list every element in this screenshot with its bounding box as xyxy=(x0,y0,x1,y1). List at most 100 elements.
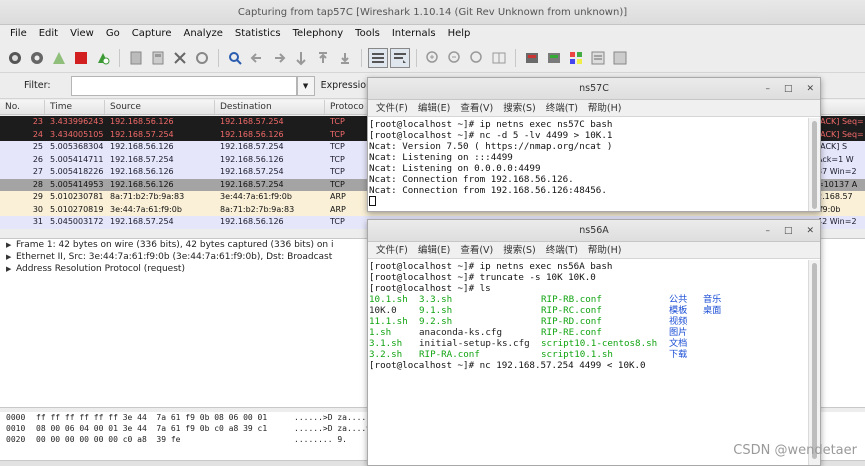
menu-analyze[interactable]: Analyze xyxy=(177,25,228,43)
terminal-title: ns56A xyxy=(579,225,609,236)
display-filters-icon[interactable] xyxy=(544,48,564,68)
expand-arrow-icon[interactable]: ▶ xyxy=(6,251,16,263)
menu-terminal[interactable]: 终端(T) xyxy=(541,242,583,259)
restart-capture-icon[interactable] xyxy=(93,48,113,68)
zoom-out-icon[interactable] xyxy=(445,48,465,68)
terminal-scrollbar[interactable] xyxy=(808,118,820,211)
menu-file[interactable]: 文件(F) xyxy=(371,100,413,117)
ls-entry: 视频 xyxy=(669,316,688,327)
close-icon[interactable]: ✕ xyxy=(806,220,814,242)
resize-columns-icon[interactable] xyxy=(489,48,509,68)
interfaces-icon[interactable] xyxy=(5,48,25,68)
zoom-in-icon[interactable] xyxy=(423,48,443,68)
menu-terminal[interactable]: 终端(T) xyxy=(541,100,583,117)
menu-view[interactable]: 查看(V) xyxy=(455,242,498,259)
packet-source: 192.168.57.254 xyxy=(110,129,174,139)
bytes-ascii[interactable]: ......>D za....9 xyxy=(294,424,371,433)
menu-tools[interactable]: Tools xyxy=(349,25,386,43)
chevron-down-icon: ▼ xyxy=(302,81,309,90)
packet-source: 192.168.56.126 xyxy=(110,117,174,126)
bytes-ascii[interactable]: ........ 9. xyxy=(294,435,347,444)
scrollbar-thumb[interactable] xyxy=(812,263,817,459)
close-file-icon[interactable] xyxy=(170,48,190,68)
menu-help[interactable]: Help xyxy=(442,25,477,43)
save-file-icon[interactable] xyxy=(148,48,168,68)
menu-edit[interactable]: 编辑(E) xyxy=(413,242,455,259)
menu-search[interactable]: 搜索(S) xyxy=(498,100,540,117)
watermark: CSDN @wendetaer xyxy=(733,443,857,458)
column-destination[interactable]: Destination xyxy=(215,100,325,114)
capture-filters-icon[interactable] xyxy=(522,48,542,68)
expand-arrow-icon[interactable]: ▶ xyxy=(6,263,16,275)
menu-view[interactable]: 查看(V) xyxy=(455,100,498,117)
colorize-icon[interactable] xyxy=(368,47,388,68)
menu-search[interactable]: 搜索(S) xyxy=(498,242,540,259)
ls-entry: 音乐 xyxy=(703,294,722,305)
packet-protocol: TCP xyxy=(330,154,345,164)
display-filter-input[interactable] xyxy=(70,75,297,96)
menu-go[interactable]: Go xyxy=(100,25,126,43)
normal-size-icon[interactable] xyxy=(467,48,487,68)
preferences-icon[interactable] xyxy=(588,48,608,68)
coloring-rules-icon[interactable] xyxy=(566,48,586,68)
terminal-line: Ncat: Listening on 0.0.0.0:4499 xyxy=(369,163,541,174)
maximize-icon[interactable]: □ xyxy=(784,220,793,242)
menu-file[interactable]: 文件(F) xyxy=(371,242,413,259)
terminal-line: Ncat: Listening on :::4499 xyxy=(369,152,513,163)
go-to-packet-icon[interactable] xyxy=(291,48,311,68)
stop-capture-icon[interactable] xyxy=(71,48,91,68)
capture-options-icon[interactable] xyxy=(27,48,47,68)
bytes-hex[interactable]: ff ff ff ff ff ff 3e 44 7a 61 f9 0b 08 0… xyxy=(36,412,294,423)
column-source[interactable]: Source xyxy=(105,100,215,114)
autoscroll-icon[interactable] xyxy=(390,47,410,68)
scrollbar-thumb[interactable] xyxy=(812,121,817,209)
menu-edit[interactable]: Edit xyxy=(33,25,64,43)
reload-icon[interactable] xyxy=(192,48,212,68)
menu-capture[interactable]: Capture xyxy=(126,25,178,43)
bytes-hex[interactable]: 00 00 00 00 00 00 c0 a8 39 fe xyxy=(36,434,294,445)
bytes-hex[interactable]: 08 00 06 04 00 01 3e 44 7a 61 f9 0b c0 a… xyxy=(36,423,294,434)
close-icon[interactable]: ✕ xyxy=(806,78,814,100)
go-back-icon[interactable] xyxy=(247,48,267,68)
terminal-scrollbar[interactable] xyxy=(808,260,820,465)
menu-help[interactable]: 帮助(H) xyxy=(583,242,627,259)
column-time[interactable]: Time xyxy=(45,100,105,114)
packet-source: 192.168.57.254 xyxy=(110,217,174,226)
minimize-icon[interactable]: – xyxy=(765,220,770,242)
go-forward-icon[interactable] xyxy=(269,48,289,68)
terminal-title-bar[interactable]: ns56A – □ ✕ xyxy=(368,220,820,242)
menu-file[interactable]: File xyxy=(4,25,33,43)
last-packet-icon[interactable] xyxy=(335,48,355,68)
find-packet-icon[interactable] xyxy=(225,48,245,68)
start-capture-icon[interactable] xyxy=(49,48,69,68)
expand-arrow-icon[interactable]: ▶ xyxy=(6,239,16,251)
ls-entry: RIP-RD.conf xyxy=(541,316,602,327)
minimize-icon[interactable]: – xyxy=(765,78,770,100)
ls-entry: RIP-RC.conf xyxy=(541,305,602,316)
open-file-icon[interactable] xyxy=(126,48,146,68)
filter-dropdown-button[interactable]: ▼ xyxy=(296,75,315,96)
terminal-title-bar[interactable]: ns57C – □ ✕ xyxy=(368,78,820,100)
bytes-ascii[interactable]: ......>D za.... xyxy=(294,413,366,422)
terminal-window-ns56a: ns56A – □ ✕ 文件(F) 编辑(E) 查看(V) 搜索(S) 终端(T… xyxy=(367,219,821,466)
menu-view[interactable]: View xyxy=(64,25,100,43)
menu-edit[interactable]: 编辑(E) xyxy=(413,100,455,117)
menu-help[interactable]: 帮助(H) xyxy=(583,100,627,117)
ls-entry: 1.sh xyxy=(369,327,392,338)
help-icon[interactable] xyxy=(610,48,630,68)
terminal-line: Ncat: Connection from 192.168.56.126:484… xyxy=(369,185,607,196)
packet-time: 5.005418226 xyxy=(50,167,104,176)
menu-statistics[interactable]: Statistics xyxy=(229,25,287,43)
packet-destination: 8a:71:b2:7b:9a:83 xyxy=(220,204,295,214)
terminal-output[interactable]: [root@localhost ~]# ip netns exec ns56A … xyxy=(368,260,808,465)
detail-text: Address Resolution Protocol (request) xyxy=(16,264,185,274)
menu-internals[interactable]: Internals xyxy=(386,25,442,43)
menu-telephony[interactable]: Telephony xyxy=(287,25,350,43)
maximize-icon[interactable]: □ xyxy=(784,78,793,100)
column-protocol[interactable]: Protoco xyxy=(325,100,371,114)
packet-source: 192.168.56.126 xyxy=(110,142,174,151)
first-packet-icon[interactable] xyxy=(313,48,333,68)
terminal-output[interactable]: [root@localhost ~]# ip netns exec ns57C … xyxy=(368,118,808,211)
ls-entry: 3.1.sh xyxy=(369,338,403,349)
column-no[interactable]: No. xyxy=(0,100,45,114)
